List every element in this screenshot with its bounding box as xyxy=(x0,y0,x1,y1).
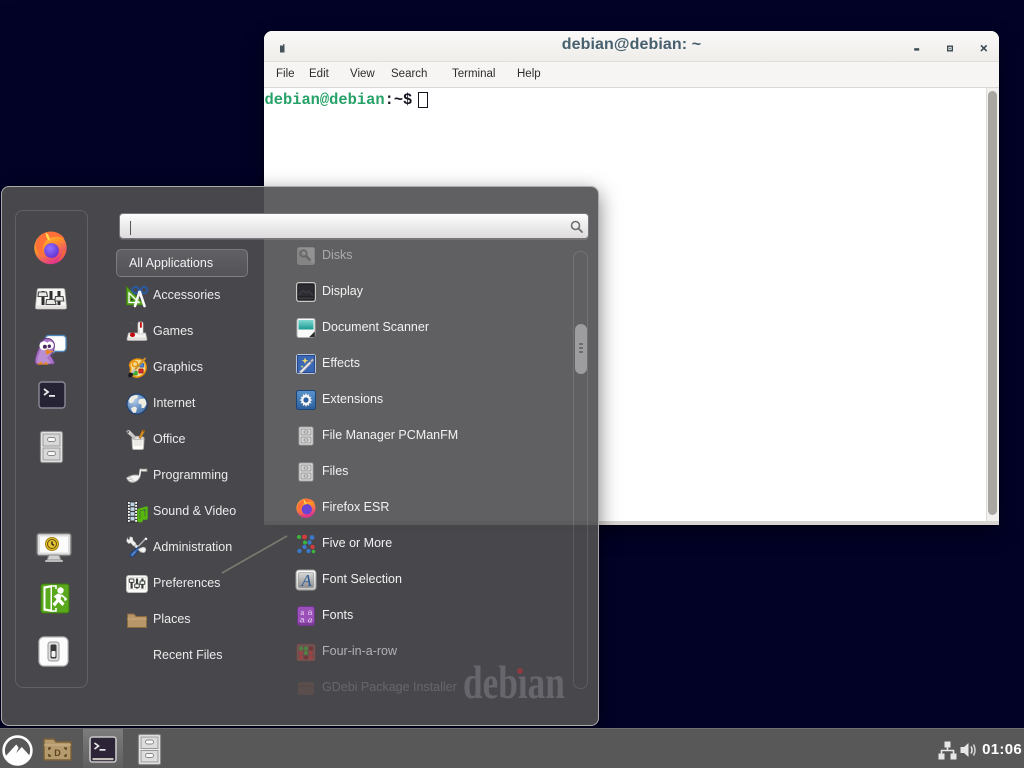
svg-text:A: A xyxy=(300,571,312,590)
svg-text:D: D xyxy=(54,748,61,758)
svg-text:a: a xyxy=(308,615,312,625)
svg-text:a: a xyxy=(300,615,305,625)
